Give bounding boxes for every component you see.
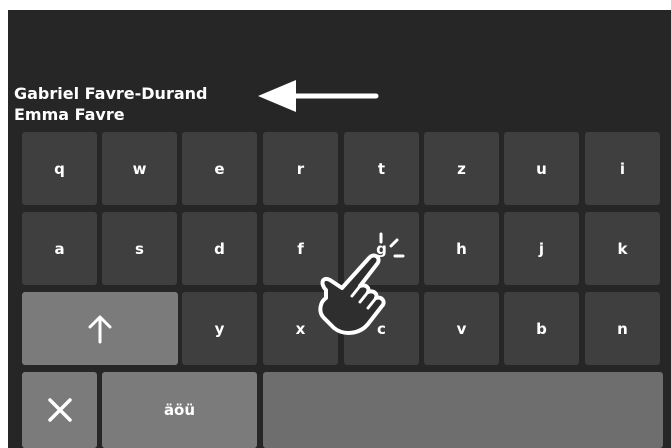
key-y[interactable]: y [182,292,257,365]
key-a[interactable]: a [22,212,97,285]
umlaut-key[interactable]: äöü [102,372,257,448]
key-r[interactable]: r [263,132,338,205]
arrow-left-icon [258,80,379,112]
key-u[interactable]: u [504,132,579,205]
key-h[interactable]: h [424,212,499,285]
key-d[interactable]: d [182,212,257,285]
contact-suggestion[interactable]: Gabriel Favre-Durand [14,83,207,104]
close-icon [47,398,72,422]
key-w[interactable]: w [102,132,177,205]
key-s[interactable]: s [102,212,177,285]
key-k[interactable]: k [585,212,660,285]
key-t[interactable]: t [344,132,419,205]
arrow-up-icon [88,315,112,343]
key-e[interactable]: e [182,132,257,205]
key-b[interactable]: b [504,292,579,365]
keyboard-screen: Gabriel Favre-Durand Emma Favre q w e r … [8,10,671,448]
key-z[interactable]: z [424,132,499,205]
key-n[interactable]: n [585,292,660,365]
contact-suggestion[interactable]: Emma Favre [14,104,207,125]
key-j[interactable]: j [504,212,579,285]
space-key[interactable] [263,372,663,448]
key-v[interactable]: v [424,292,499,365]
tap-hand-icon [318,232,405,335]
delete-key[interactable] [22,372,97,448]
key-q[interactable]: q [22,132,97,205]
contact-suggestions: Gabriel Favre-Durand Emma Favre [14,83,207,125]
shift-key[interactable] [22,292,178,365]
key-i[interactable]: i [585,132,660,205]
